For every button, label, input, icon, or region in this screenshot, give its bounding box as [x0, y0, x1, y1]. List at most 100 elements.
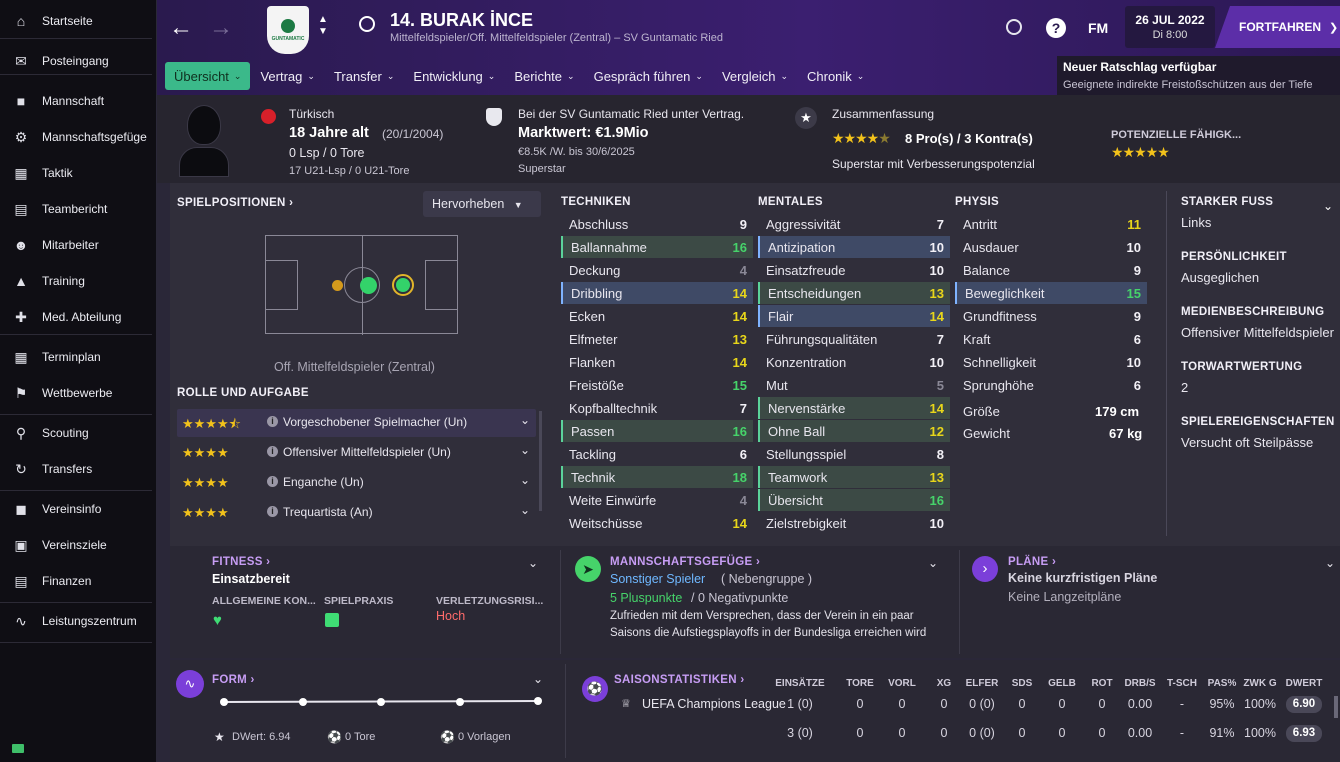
- attribute-row[interactable]: Dribbling 14: [561, 282, 753, 304]
- attribute-row[interactable]: Einsatzfreude 10: [758, 259, 950, 281]
- attribute-row[interactable]: Freistöße 15: [561, 374, 753, 396]
- sidebar-item-1[interactable]: ✉ Posteingang: [0, 46, 157, 76]
- attribute-row[interactable]: Teamwork 13: [758, 466, 950, 488]
- season-stats-title[interactable]: SAISONSTATISTIKEN ›: [614, 674, 745, 686]
- form-collapse-icon[interactable]: ⌄: [533, 672, 543, 686]
- sidebar-item-8[interactable]: ✚ Med. Abteilung: [0, 302, 157, 332]
- sidebar-item-15[interactable]: ▤ Finanzen: [0, 566, 157, 596]
- tab-7[interactable]: Chronik ⌄: [798, 62, 873, 90]
- attribute-row[interactable]: Übersicht 16: [758, 489, 950, 511]
- tab-4[interactable]: Berichte ⌄: [505, 62, 583, 90]
- positions-title[interactable]: SPIELPOSITIONEN ›: [177, 197, 293, 209]
- attribute-row[interactable]: Deckung 4: [561, 259, 753, 281]
- attribute-row[interactable]: Sprunghöhe 6: [955, 374, 1147, 396]
- club-badge-icon[interactable]: GUNTAMATIC: [267, 6, 309, 54]
- fitness-collapse-icon[interactable]: ⌄: [528, 556, 538, 570]
- sidebar-item-2[interactable]: ■ Mannschaft: [0, 86, 157, 116]
- form-point[interactable]: [534, 697, 542, 705]
- roles-scrollbar[interactable]: [539, 411, 542, 511]
- attribute-row[interactable]: Grundfitness 9: [955, 305, 1147, 327]
- back-button[interactable]: ←: [169, 14, 193, 42]
- advice-panel[interactable]: Neuer Ratschlag verfügbar Geeignete indi…: [1057, 56, 1340, 95]
- forward-button[interactable]: →: [209, 14, 233, 42]
- attribute-row[interactable]: Technik 18: [561, 466, 753, 488]
- sidebar-item-11[interactable]: ⚲ Scouting: [0, 418, 157, 448]
- role-row[interactable]: ★★★★ i Trequartista (An) ⌄: [177, 499, 536, 527]
- date-box[interactable]: 26 JUL 2022 Di 8:00: [1125, 6, 1215, 48]
- attribute-row[interactable]: Konzentration 10: [758, 351, 950, 373]
- sidebar-footer-icon[interactable]: [12, 744, 24, 753]
- attribute-row[interactable]: Passen 16: [561, 420, 753, 442]
- attribute-row[interactable]: Zielstrebigkeit 10: [758, 512, 950, 534]
- sidebar-item-4[interactable]: ▦ Taktik: [0, 158, 157, 188]
- chevron-down-icon[interactable]: ⌄: [520, 473, 530, 487]
- attribute-row[interactable]: Antizipation 10: [758, 236, 950, 258]
- sidebar-item-10[interactable]: ⚑ Wettbewerbe: [0, 378, 157, 408]
- plans-title[interactable]: PLÄNE ›: [1008, 556, 1056, 568]
- attribute-row[interactable]: Weite Einwürfe 4: [561, 489, 753, 511]
- info-collapse-icon[interactable]: ⌄: [1323, 199, 1333, 213]
- fitness-title[interactable]: FITNESS ›: [212, 556, 270, 568]
- form-point[interactable]: [220, 698, 228, 706]
- sidebar-item-9[interactable]: ▦ Terminplan: [0, 342, 157, 372]
- attribute-row[interactable]: Beweglichkeit 15: [955, 282, 1147, 304]
- form-point[interactable]: [456, 698, 464, 706]
- sidebar-item-13[interactable]: ◼ Vereinsinfo: [0, 494, 157, 524]
- attribute-row[interactable]: Balance 9: [955, 259, 1147, 281]
- tab-0[interactable]: Übersicht ⌄: [165, 62, 251, 90]
- sidebar-item-12[interactable]: ↻ Transfers: [0, 454, 157, 484]
- help-icon[interactable]: ?: [1046, 18, 1066, 38]
- attribute-row[interactable]: Aggressivität 7: [758, 213, 950, 235]
- attribute-row[interactable]: Stellungsspiel 8: [758, 443, 950, 465]
- attribute-row[interactable]: Nervenstärke 14: [758, 397, 950, 419]
- attribute-row[interactable]: Ecken 14: [561, 305, 753, 327]
- plans-collapse-icon[interactable]: ⌄: [1325, 556, 1335, 570]
- sidebar-item-7[interactable]: ▲ Training: [0, 266, 157, 296]
- attribute-row[interactable]: Kraft 6: [955, 328, 1147, 350]
- chevron-down-icon[interactable]: ⌄: [520, 503, 530, 517]
- sidebar-item-6[interactable]: ☻ Mitarbeiter: [0, 230, 157, 260]
- attribute-row[interactable]: Flair 14: [758, 305, 950, 327]
- attribute-row[interactable]: Mut 5: [758, 374, 950, 396]
- role-row[interactable]: ★★★★⯪ i Vorgeschobener Spielmacher (Un) ⌄: [177, 409, 536, 437]
- sidebar-item-5[interactable]: ▤ Teambericht: [0, 194, 157, 224]
- attribute-row[interactable]: Entscheidungen 13: [758, 282, 950, 304]
- role-row[interactable]: ★★★★ i Enganche (Un) ⌄: [177, 469, 536, 497]
- form-point[interactable]: [377, 698, 385, 706]
- tab-6[interactable]: Vergleich ⌄: [713, 62, 797, 90]
- attribute-row[interactable]: Antritt 11: [955, 213, 1147, 235]
- tab-1[interactable]: Vertrag ⌄: [251, 62, 323, 90]
- attribute-row[interactable]: Abschluss 9: [561, 213, 753, 235]
- chevron-down-icon[interactable]: ⌄: [520, 443, 530, 457]
- attribute-row[interactable]: Ohne Ball 12: [758, 420, 950, 442]
- stats-scrollbar[interactable]: [1334, 696, 1338, 718]
- search-icon[interactable]: [359, 16, 375, 32]
- attribute-row[interactable]: Tackling 6: [561, 443, 753, 465]
- player-switch-icon[interactable]: ▲ ▼: [318, 14, 328, 38]
- fm-menu-button[interactable]: FM: [1088, 20, 1108, 36]
- competition-name[interactable]: UEFA Champions League: [642, 697, 786, 711]
- pros-cons[interactable]: 8 Pro(s) / 3 Kontra(s): [905, 131, 1033, 146]
- info-icon[interactable]: i: [267, 506, 278, 517]
- attribute-row[interactable]: Ausdauer 10: [955, 236, 1147, 258]
- tab-5[interactable]: Gespräch führen ⌄: [585, 62, 712, 90]
- chevron-down-icon[interactable]: ⌄: [520, 413, 530, 427]
- attribute-row[interactable]: Führungsqualitäten 7: [758, 328, 950, 350]
- role-row[interactable]: ★★★★ i Offensiver Mittelfeldspieler (Un) ⌄: [177, 439, 536, 467]
- continue-button[interactable]: FORTFAHREN ❯: [1215, 6, 1340, 48]
- tab-2[interactable]: Transfer ⌄: [325, 62, 403, 90]
- attribute-row[interactable]: Ballannahme 16: [561, 236, 753, 258]
- world-icon[interactable]: [1006, 19, 1022, 35]
- tab-3[interactable]: Entwicklung ⌄: [404, 62, 504, 90]
- form-title[interactable]: FORM ›: [212, 674, 255, 686]
- highlight-dropdown[interactable]: Hervorheben ▼: [423, 191, 541, 217]
- dynamics-collapse-icon[interactable]: ⌄: [928, 556, 938, 570]
- attribute-row[interactable]: Flanken 14: [561, 351, 753, 373]
- sidebar-item-16[interactable]: ∿ Leistungszentrum: [0, 606, 157, 636]
- sidebar-item-3[interactable]: ⚙ Mannschaftsgefüge: [0, 122, 157, 152]
- form-point[interactable]: [299, 698, 307, 706]
- info-icon[interactable]: i: [267, 446, 278, 457]
- attribute-row[interactable]: Schnelligkeit 10: [955, 351, 1147, 373]
- sidebar-item-14[interactable]: ▣ Vereinsziele: [0, 530, 157, 560]
- sidebar-item-0[interactable]: ⌂ Startseite: [0, 6, 157, 36]
